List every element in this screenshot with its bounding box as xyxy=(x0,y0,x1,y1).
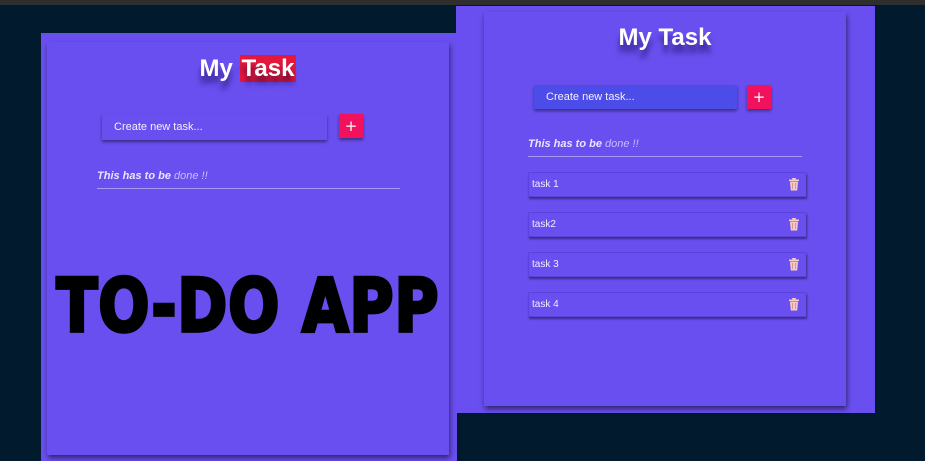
window-top-bar xyxy=(0,0,925,5)
right-note-bold: This has to be xyxy=(528,138,602,150)
task-item: task2 xyxy=(528,212,806,237)
left-new-task-input[interactable] xyxy=(102,114,327,140)
task-label: task 4 xyxy=(532,299,559,310)
todo-app-banner: TO-DO APP xyxy=(55,262,440,351)
trash-icon[interactable] xyxy=(788,298,800,311)
task-label: task 1 xyxy=(532,179,559,190)
left-add-task-button[interactable]: + xyxy=(339,114,363,138)
right-new-task-input[interactable] xyxy=(534,85,737,109)
trash-icon[interactable] xyxy=(788,258,800,271)
left-todo-card: My Task + This has to be done !! TO-DO A… xyxy=(47,42,449,455)
left-page-title: My Task xyxy=(47,55,449,83)
left-title-highlight: Task xyxy=(239,55,297,82)
right-note-rest: done !! xyxy=(605,138,639,150)
trash-icon[interactable] xyxy=(788,178,800,191)
left-note-bold: This has to be xyxy=(97,170,171,182)
left-note: This has to be done !! xyxy=(97,170,400,189)
trash-icon[interactable] xyxy=(788,218,800,231)
left-title-plain: My xyxy=(199,55,233,82)
right-note: This has to be done !! xyxy=(528,138,802,157)
task-item: task 4 xyxy=(528,292,806,317)
right-todo-card: My Task + This has to be done !! task 1 … xyxy=(484,12,846,406)
right-app-screenshot: My Task + This has to be done !! task 1 … xyxy=(456,6,875,413)
task-list: task 1 task2 task 3 task 4 xyxy=(528,172,806,332)
task-label: task 3 xyxy=(532,259,559,270)
task-item: task 1 xyxy=(528,172,806,197)
task-label: task2 xyxy=(532,219,556,230)
task-item: task 3 xyxy=(528,252,806,277)
right-add-task-button[interactable]: + xyxy=(747,85,771,109)
left-app-screenshot: My Task + This has to be done !! TO-DO A… xyxy=(41,33,457,461)
left-note-rest: done !! xyxy=(174,170,208,182)
right-page-title: My Task xyxy=(618,24,712,51)
